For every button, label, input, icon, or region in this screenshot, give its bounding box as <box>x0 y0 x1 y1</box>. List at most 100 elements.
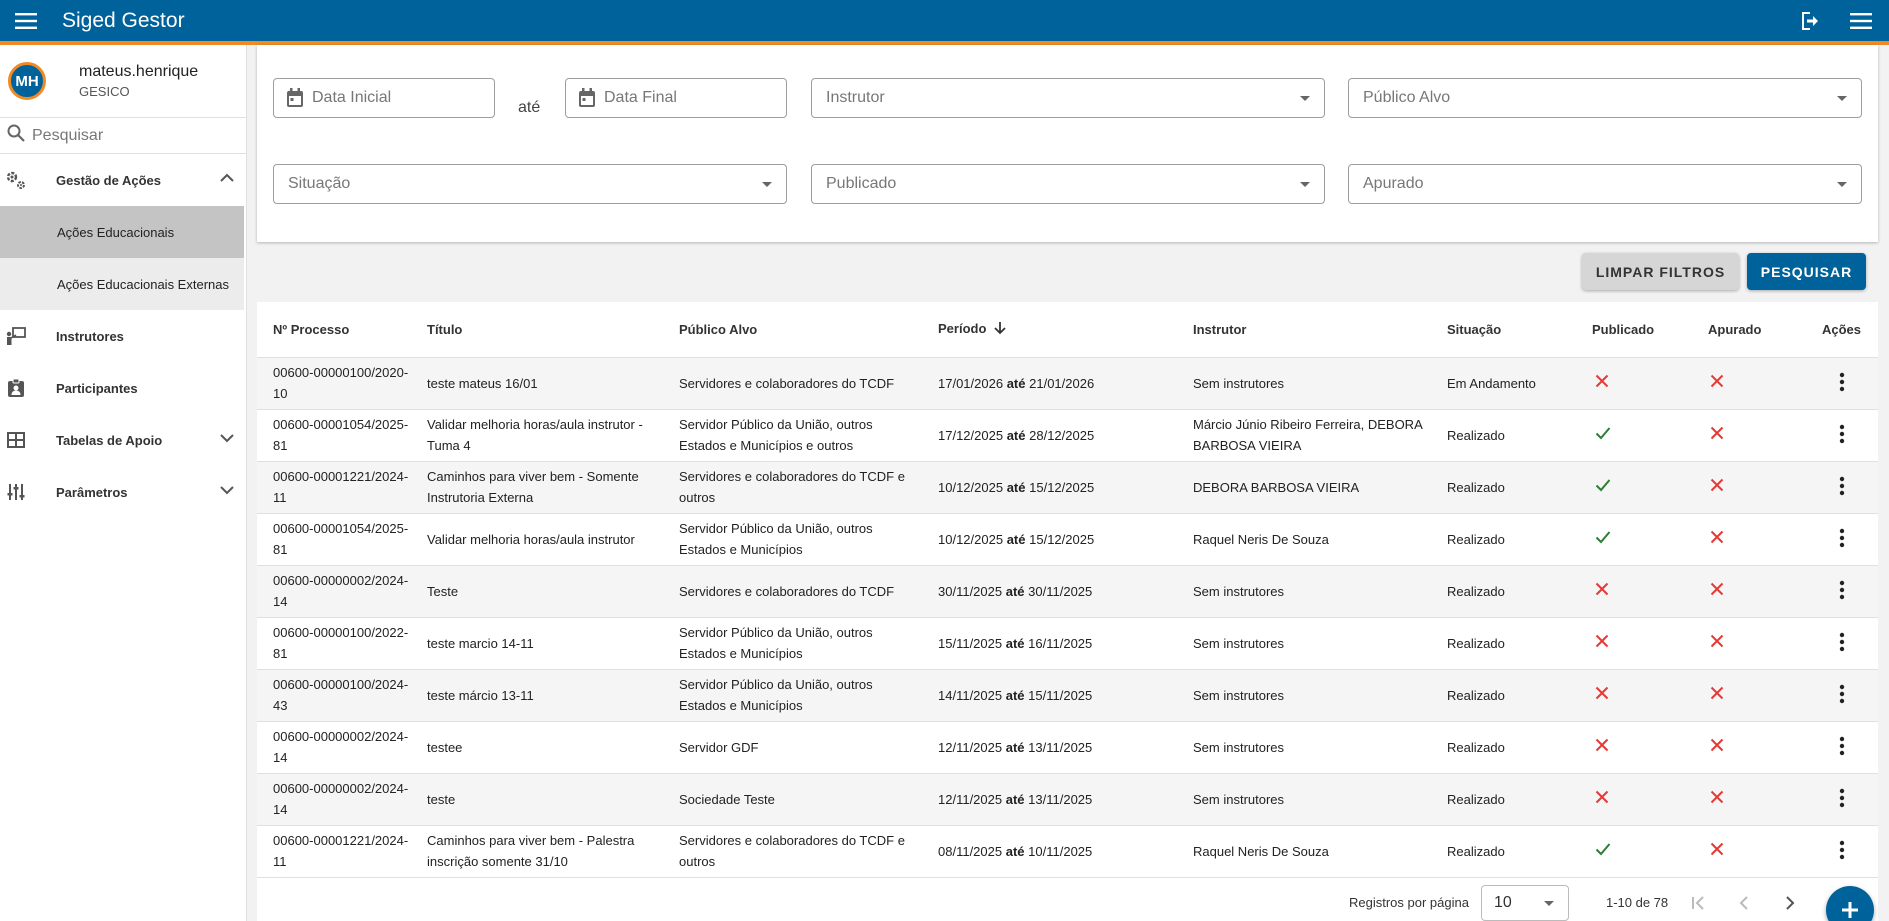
close-icon <box>1710 425 1724 446</box>
logout-icon[interactable] <box>1793 3 1829 39</box>
gears-icon <box>2 166 30 194</box>
more-vertical-icon[interactable] <box>1828 420 1856 448</box>
published-select[interactable]: Publicado <box>811 164 1325 204</box>
sidebar-item-parametros[interactable]: Parâmetros <box>0 466 246 518</box>
period-end: 15/11/2025 <box>1028 687 1093 703</box>
cell-titulo: testee <box>411 721 663 774</box>
table-row[interactable]: 00600-00001054/2025-81 Validar melhoria h… <box>257 513 1878 566</box>
cell-situacao: Realizado <box>1431 773 1576 826</box>
table-row[interactable]: 00600-00000002/2024-14 teste Sociedade Tes… <box>257 773 1878 826</box>
period-start: 10/12/2025 <box>938 479 1004 495</box>
cell-processo: 00600-00000002/2024-14 <box>257 565 411 618</box>
next-page-icon[interactable] <box>1774 887 1806 919</box>
cell-publico-alvo: Servidores e colaboradores do TCDF e out… <box>663 825 922 878</box>
table-row[interactable]: 00600-00001221/2024-11 Caminhos para vive… <box>257 461 1878 514</box>
sidebar-item-gestao-acoes[interactable]: Gestão de Ações <box>0 154 246 206</box>
first-page-icon[interactable] <box>1682 887 1714 919</box>
table-row[interactable]: 00600-00001221/2024-11 Caminhos para vive… <box>257 825 1878 878</box>
cell-instrutor: Raquel Neris De Souza <box>1177 513 1431 566</box>
cell-periodo: 14/11/2025 até 15/11/2025 <box>922 669 1177 722</box>
sidebar-item-participantes[interactable]: Participantes <box>0 362 246 414</box>
clear-filters-button[interactable]: LIMPAR FILTROS <box>1582 253 1739 290</box>
header-instrutor[interactable]: Instrutor <box>1177 302 1431 358</box>
status-select[interactable]: Situação <box>273 164 787 204</box>
cell-acoes <box>1806 513 1878 566</box>
sidebar-subitem-acoes-educacionais[interactable]: Ações Educacionais <box>0 206 244 258</box>
period-separator: até <box>1006 375 1026 391</box>
cell-acoes <box>1806 357 1878 410</box>
cell-titulo: teste mateus 16/01 <box>411 357 663 410</box>
cell-periodo: 15/11/2025 até 16/11/2025 <box>922 617 1177 670</box>
sidebar-search-input[interactable] <box>32 126 232 145</box>
table-row[interactable]: 00600-00000100/2022-81 teste marcio 14-11… <box>257 617 1878 670</box>
more-vertical-icon[interactable] <box>1828 368 1856 396</box>
end-date-placeholder: Data Final <box>604 89 677 106</box>
target-audience-select[interactable]: Público Alvo <box>1348 78 1862 118</box>
table-row[interactable]: 00600-00000100/2024-43 teste márcio 13-11… <box>257 669 1878 722</box>
cell-apurado <box>1692 565 1806 618</box>
dropdown-arrow-icon <box>1543 900 1554 906</box>
cell-situacao: Realizado <box>1431 721 1576 774</box>
cell-acoes <box>1806 565 1878 618</box>
header-publicado[interactable]: Publicado <box>1576 302 1692 358</box>
sidebar-item-label: Instrutores <box>56 328 124 344</box>
end-date-field[interactable]: Data Final <box>565 78 787 118</box>
cell-situacao: Realizado <box>1431 409 1576 462</box>
table-row[interactable]: 00600-00000002/2024-14 Teste Servidores e … <box>257 565 1878 618</box>
cell-periodo: 17/01/2026 até 21/01/2026 <box>922 357 1177 410</box>
sidebar-item-label: Tabelas de Apoio <box>56 432 163 448</box>
period-end: 15/12/2025 <box>1029 479 1095 495</box>
hamburger-menu-icon[interactable] <box>6 1 46 41</box>
header-apurado[interactable]: Apurado <box>1692 302 1806 358</box>
check-icon <box>1595 529 1611 550</box>
more-vertical-icon[interactable] <box>1828 524 1856 552</box>
more-vertical-icon[interactable] <box>1828 680 1856 708</box>
close-icon <box>1710 841 1724 862</box>
period-end: 13/11/2025 <box>1028 791 1093 807</box>
instructor-select[interactable]: Instrutor <box>811 78 1325 118</box>
header-processo[interactable]: Nº Processo <box>257 302 411 358</box>
previous-page-icon[interactable] <box>1728 887 1760 919</box>
period-start: 17/01/2026 <box>938 375 1004 391</box>
table-row[interactable]: 00600-00000002/2024-14 testee Servidor GDF… <box>257 721 1878 774</box>
cell-publicado <box>1576 721 1692 774</box>
search-button[interactable]: PESQUISAR <box>1747 253 1866 290</box>
header-periodo[interactable]: Período <box>922 302 1177 358</box>
status-placeholder: Situação <box>288 175 351 192</box>
start-date-field[interactable]: Data Inicial <box>273 78 495 118</box>
menu-icon[interactable] <box>1843 3 1879 39</box>
search-icon <box>6 123 26 148</box>
rows-per-page-select[interactable]: 10 <box>1480 884 1569 921</box>
dropdown-arrow-icon <box>1837 182 1847 187</box>
sidebar-item-tabelas-apoio[interactable]: Tabelas de Apoio <box>0 414 246 466</box>
period-end: 13/11/2025 <box>1028 739 1093 755</box>
more-vertical-icon[interactable] <box>1828 576 1856 604</box>
cell-acoes <box>1806 825 1878 878</box>
check-icon <box>1595 425 1611 446</box>
period-end: 15/12/2025 <box>1029 531 1095 547</box>
more-vertical-icon[interactable] <box>1828 628 1856 656</box>
cell-periodo: 12/11/2025 até 13/11/2025 <box>922 721 1177 774</box>
dropdown-arrow-icon <box>1837 96 1847 101</box>
avatar[interactable]: MH <box>8 62 46 100</box>
more-vertical-icon[interactable] <box>1828 784 1856 812</box>
table-row[interactable]: 00600-00001054/2025-81 Validar melhoria h… <box>257 409 1878 462</box>
sidebar-subitem-acoes-externas[interactable]: Ações Educacionais Externas <box>0 258 244 310</box>
cell-publicado <box>1576 565 1692 618</box>
sidebar-item-instrutores[interactable]: Instrutores <box>0 310 246 362</box>
period-separator: até <box>1006 479 1026 495</box>
cell-titulo: Validar melhoria horas/aula instrutor - … <box>411 409 663 462</box>
more-vertical-icon[interactable] <box>1828 732 1856 760</box>
header-titulo[interactable]: Título <box>411 302 663 358</box>
cell-publico-alvo: Servidor Público da União, outros Estado… <box>663 617 922 670</box>
table-icon <box>2 426 30 454</box>
header-situacao[interactable]: Situação <box>1431 302 1576 358</box>
table-row[interactable]: 00600-00000100/2020-10 teste mateus 16/01… <box>257 357 1878 410</box>
period-separator: até <box>1006 427 1026 443</box>
more-vertical-icon[interactable] <box>1828 836 1856 864</box>
audited-select[interactable]: Apurado <box>1348 164 1862 204</box>
more-vertical-icon[interactable] <box>1828 472 1856 500</box>
cell-periodo: 10/12/2025 até 15/12/2025 <box>922 461 1177 514</box>
header-publico-alvo[interactable]: Público Alvo <box>663 302 922 358</box>
cell-apurado <box>1692 461 1806 514</box>
